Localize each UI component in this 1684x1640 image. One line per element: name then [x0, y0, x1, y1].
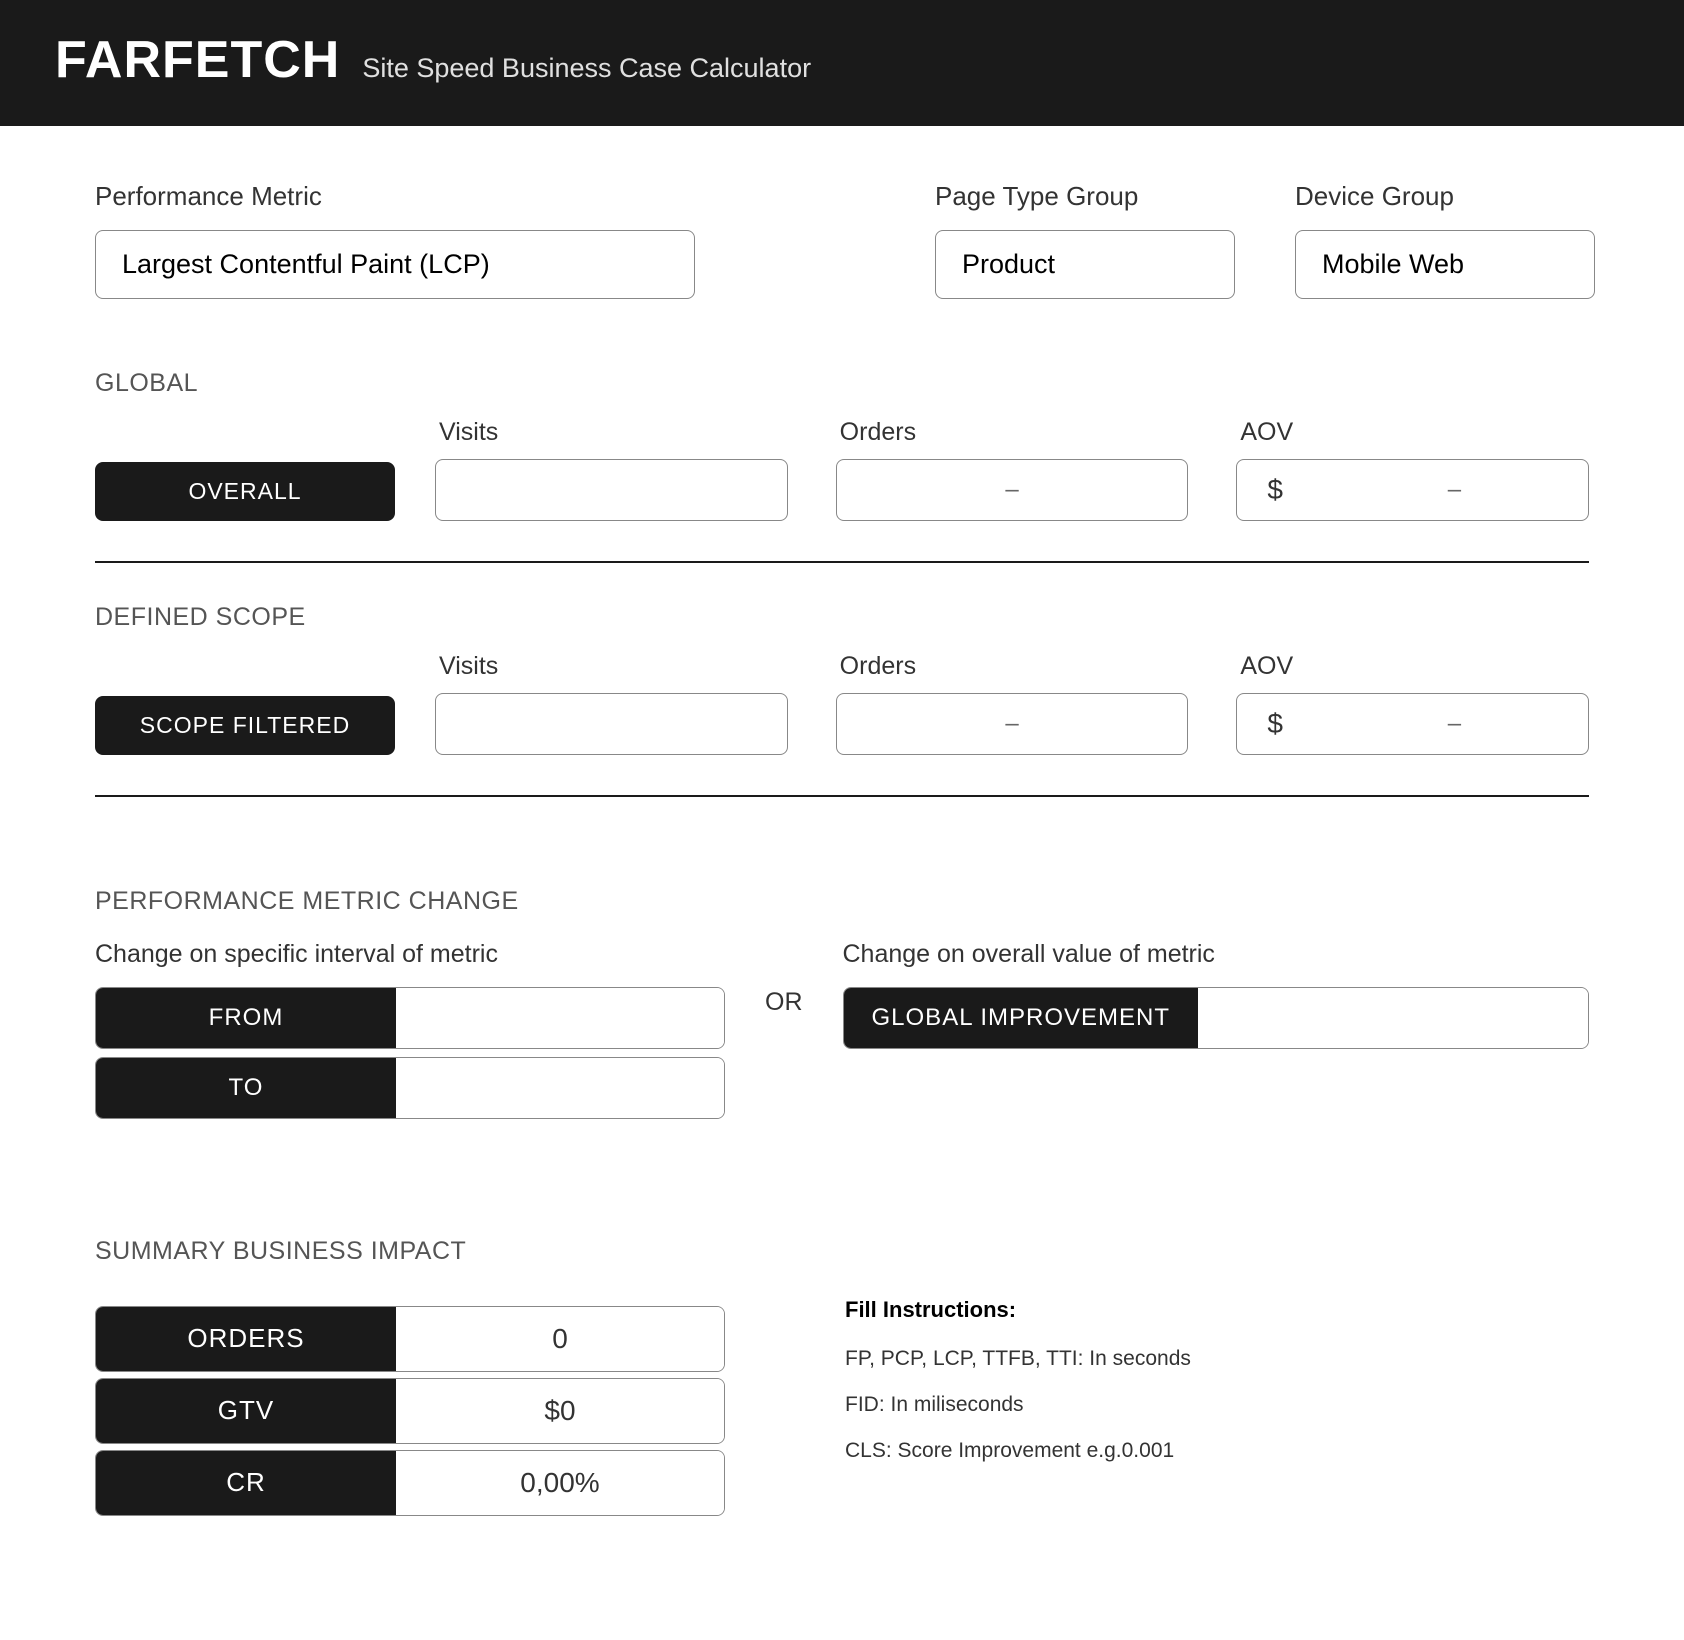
- metric-label: Orders: [836, 652, 1189, 681]
- aov-value: –: [1343, 710, 1566, 738]
- from-input[interactable]: [396, 988, 724, 1048]
- currency-symbol: $: [1267, 474, 1283, 506]
- filter-label: Page Type Group: [935, 181, 1235, 212]
- scope-orders-col: Orders –: [836, 652, 1189, 755]
- metric-label: AOV: [1236, 418, 1589, 447]
- device-group-select[interactable]: Mobile Web: [1295, 230, 1595, 299]
- or-separator: OR: [725, 940, 843, 1017]
- sublabel: Change on specific interval of metric: [95, 940, 725, 969]
- divider: [95, 795, 1589, 797]
- performance-metric-select[interactable]: Largest Contentful Paint (LCP): [95, 230, 695, 299]
- to-row: TO: [95, 1057, 725, 1119]
- summary-row-orders: ORDERS 0: [95, 1306, 725, 1372]
- filter-label: Device Group: [1295, 181, 1595, 212]
- filter-performance-metric: Performance Metric Largest Contentful Pa…: [95, 181, 695, 299]
- summary-row-gtv: GTV $0: [95, 1378, 725, 1444]
- content-area: Performance Metric Largest Contentful Pa…: [0, 126, 1684, 1582]
- to-input[interactable]: [396, 1058, 724, 1118]
- filters-row: Performance Metric Largest Contentful Pa…: [95, 181, 1589, 299]
- summary-label: ORDERS: [96, 1307, 396, 1371]
- scope-visits-input[interactable]: [435, 693, 788, 755]
- global-improvement-row: GLOBAL IMPROVEMENT: [843, 987, 1590, 1049]
- filter-page-type: Page Type Group Product: [935, 181, 1235, 299]
- global-section: GLOBAL OVERALL Visits Orders – AOV $ –: [95, 369, 1589, 521]
- section-heading: SUMMARY BUSINESS IMPACT: [95, 1237, 725, 1266]
- sublabel: Change on overall value of metric: [843, 940, 1590, 969]
- metric-label: Visits: [435, 418, 788, 447]
- performance-change-section: PERFORMANCE METRIC CHANGE Change on spec…: [95, 887, 1589, 1127]
- page-title: Site Speed Business Case Calculator: [362, 53, 811, 84]
- overall-change: Change on overall value of metric GLOBAL…: [843, 940, 1590, 1049]
- summary-value: 0: [396, 1307, 724, 1371]
- summary-value: 0,00%: [396, 1451, 724, 1515]
- overall-badge: OVERALL: [95, 462, 395, 521]
- global-improvement-label: GLOBAL IMPROVEMENT: [844, 988, 1199, 1048]
- global-aov-input[interactable]: $ –: [1236, 459, 1589, 521]
- to-label: TO: [96, 1058, 396, 1118]
- from-row: FROM: [95, 987, 725, 1049]
- section-heading: PERFORMANCE METRIC CHANGE: [95, 887, 1589, 916]
- scope-visits-col: Visits: [435, 652, 788, 755]
- change-row: Change on specific interval of metric FR…: [95, 940, 1589, 1127]
- summary-table: ORDERS 0 GTV $0 CR 0,00%: [95, 1306, 725, 1516]
- summary-label: GTV: [96, 1379, 396, 1443]
- global-metrics: Visits Orders – AOV $ –: [435, 418, 1589, 521]
- metric-label: AOV: [1236, 652, 1589, 681]
- filter-device-group: Device Group Mobile Web: [1295, 181, 1595, 299]
- summary-value: $0: [396, 1379, 724, 1443]
- global-orders-input[interactable]: –: [836, 459, 1189, 521]
- global-aov-col: AOV $ –: [1236, 418, 1589, 521]
- scope-aov-col: AOV $ –: [1236, 652, 1589, 755]
- metric-label: Orders: [836, 418, 1189, 447]
- scope-filtered-badge: SCOPE FILTERED: [95, 696, 395, 755]
- scope-section: DEFINED SCOPE SCOPE FILTERED Visits Orde…: [95, 603, 1589, 755]
- global-visits-col: Visits: [435, 418, 788, 521]
- instruction-line: CLS: Score Improvement e.g.0.001: [845, 1439, 1589, 1463]
- from-label: FROM: [96, 988, 396, 1048]
- global-improvement-input[interactable]: [1198, 988, 1588, 1048]
- filter-label: Performance Metric: [95, 181, 695, 212]
- global-row: OVERALL Visits Orders – AOV $ –: [95, 418, 1589, 521]
- app-header: FARFETCH Site Speed Business Case Calcul…: [0, 0, 1684, 126]
- instructions: Fill Instructions: FP, PCP, LCP, TTFB, T…: [845, 1237, 1589, 1522]
- summary-row-cr: CR 0,00%: [95, 1450, 725, 1516]
- global-visits-input[interactable]: [435, 459, 788, 521]
- divider: [95, 561, 1589, 563]
- global-orders-col: Orders –: [836, 418, 1189, 521]
- aov-value: –: [1343, 476, 1566, 504]
- instruction-line: FP, PCP, LCP, TTFB, TTI: In seconds: [845, 1347, 1589, 1371]
- summary-label: CR: [96, 1451, 396, 1515]
- interval-change: Change on specific interval of metric FR…: [95, 940, 725, 1127]
- scope-aov-input[interactable]: $ –: [1236, 693, 1589, 755]
- metric-label: Visits: [435, 652, 788, 681]
- instruction-line: FID: In miliseconds: [845, 1393, 1589, 1417]
- page-type-select[interactable]: Product: [935, 230, 1235, 299]
- section-heading: DEFINED SCOPE: [95, 603, 1589, 632]
- scope-orders-input[interactable]: –: [836, 693, 1189, 755]
- summary-left: SUMMARY BUSINESS IMPACT ORDERS 0 GTV $0 …: [95, 1237, 725, 1522]
- summary-section: SUMMARY BUSINESS IMPACT ORDERS 0 GTV $0 …: [95, 1237, 1589, 1522]
- scope-metrics: Visits Orders – AOV $ –: [435, 652, 1589, 755]
- currency-symbol: $: [1267, 708, 1283, 740]
- logo: FARFETCH: [55, 30, 340, 90]
- scope-row: SCOPE FILTERED Visits Orders – AOV $ –: [95, 652, 1589, 755]
- section-heading: GLOBAL: [95, 369, 1589, 398]
- instructions-title: Fill Instructions:: [845, 1297, 1589, 1323]
